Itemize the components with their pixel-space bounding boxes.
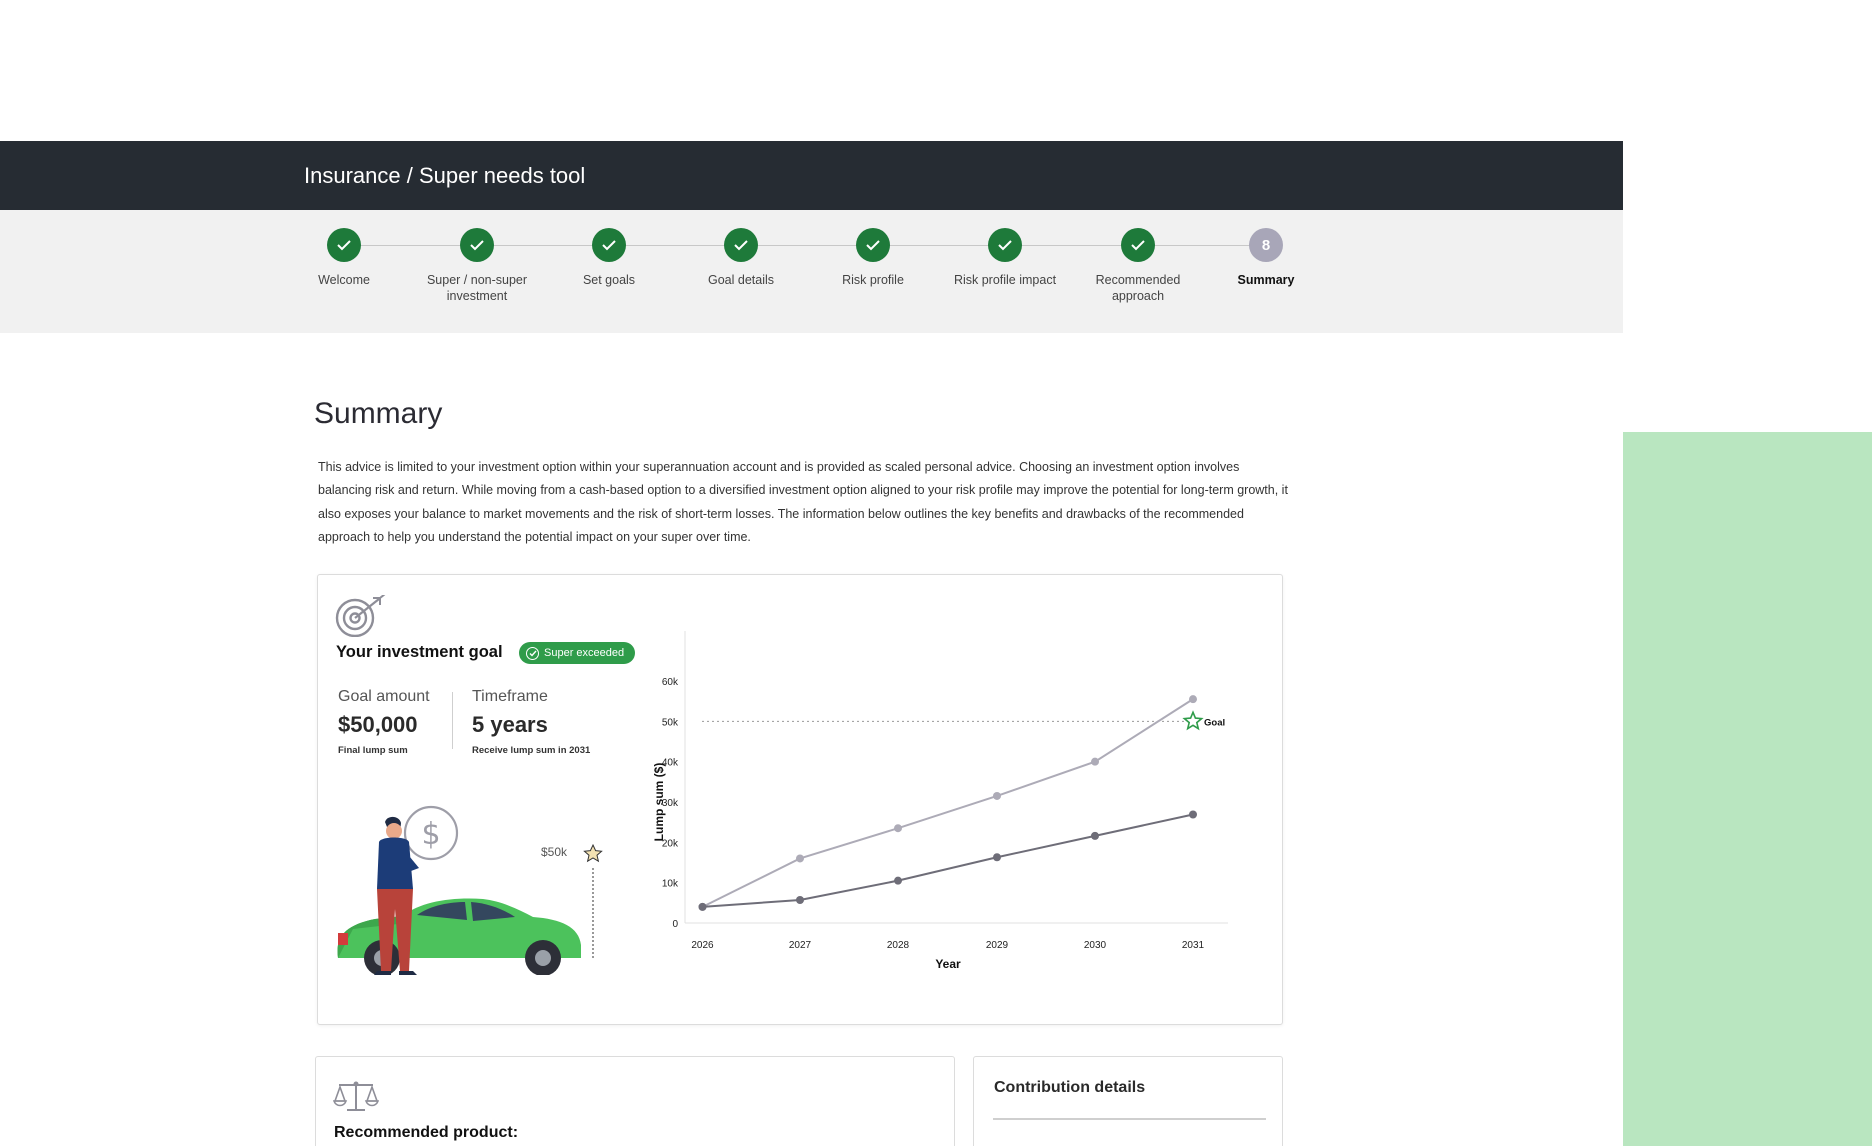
- page: Insurance / Super needs tool Welcome Supe…: [0, 0, 1872, 1146]
- recommended-product-card: Recommended product:: [315, 1056, 955, 1146]
- goal-star-icon: [1182, 710, 1204, 731]
- goal-heading: Your investment goal: [336, 643, 503, 661]
- x-axis-label: Year: [935, 957, 961, 971]
- investment-goal-card: Your investment goal Super exceeded Goal…: [317, 574, 1283, 1025]
- series-2-point: [796, 896, 804, 905]
- series-2-point: [993, 853, 1001, 862]
- check-icon: [724, 228, 758, 262]
- check-icon: [327, 228, 361, 262]
- y-tick-label: 10k: [662, 879, 679, 890]
- step-label: Set goals: [582, 273, 636, 287]
- car-goal-illustration: $ $50k: [337, 805, 603, 975]
- series-1-point: [1091, 757, 1099, 766]
- donut-chart-top: [1064, 1141, 1144, 1146]
- intro-text: This advice is limited to your investmen…: [318, 460, 1288, 545]
- series-1-point: [796, 854, 804, 863]
- goal-star-icon: [583, 843, 603, 863]
- series-1-point: [1189, 695, 1197, 704]
- x-tick-label: 2027: [789, 940, 812, 951]
- step-label: Risk profile: [842, 273, 904, 287]
- step-label: Recommended approach: [1095, 273, 1181, 303]
- timeframe-label: Timeframe: [472, 688, 548, 705]
- car-icon: [337, 898, 581, 975]
- app-title: Insurance / Super needs tool: [304, 163, 586, 188]
- step-label: Summary: [1237, 273, 1295, 287]
- investment-projection-chart: 010k20k30k40k50k60k2026 2027 2028 2029 2030 2…: [652, 631, 1228, 971]
- x-tick-label: 2029: [986, 940, 1009, 951]
- step-number: 8: [1249, 228, 1283, 262]
- check-icon: [460, 228, 494, 262]
- goal-amount-sub: Final lump sum: [338, 745, 408, 756]
- check-icon: [592, 228, 626, 262]
- timeframe-value: 5 years: [472, 712, 548, 737]
- y-tick-label: 0: [672, 919, 678, 930]
- series-2-point: [894, 876, 902, 885]
- y-axis-label: Lump sum ($): [652, 763, 666, 842]
- goal-label: Goal: [1204, 717, 1225, 728]
- step-label: Risk profile impact: [953, 273, 1057, 287]
- goal-marker-label: $50k: [541, 845, 568, 859]
- dollar-coin-icon: $: [403, 805, 459, 861]
- side-panel: [1623, 432, 1872, 1146]
- series-1-point: [993, 791, 1001, 800]
- badge-label: Super exceeded: [544, 647, 625, 659]
- top-bar: Insurance / Super needs tool: [0, 141, 1623, 210]
- series-2-point: [1189, 810, 1197, 819]
- series-line-2: [702, 813, 1194, 908]
- series-line-1: [702, 698, 1194, 908]
- series-2-point: [1091, 831, 1099, 840]
- x-tick-label: 2031: [1182, 940, 1205, 951]
- check-circle-icon: [526, 646, 539, 660]
- step-label: Goal details: [707, 273, 774, 287]
- series-2-point: [698, 902, 707, 911]
- x-tick-label: 2030: [1084, 940, 1107, 951]
- contribution-title: Contribution details: [994, 1079, 1146, 1096]
- goal-amount-value: $50,000: [338, 712, 418, 737]
- goal-amount-label: Goal amount: [338, 688, 430, 705]
- progress-stepper: Welcome Super / non-super investment Set g…: [0, 210, 1623, 333]
- y-tick-label: 60k: [662, 677, 679, 688]
- target-icon: [335, 595, 386, 637]
- check-icon: [856, 228, 890, 262]
- page-title: Summary: [314, 397, 443, 430]
- check-icon: [1121, 228, 1155, 262]
- check-icon: [988, 228, 1022, 262]
- step-label: Super / non-super investment: [426, 273, 528, 303]
- svg-text:$: $: [421, 817, 440, 852]
- metric-divider: [452, 692, 453, 749]
- contribution-details-card: Contribution details: [973, 1056, 1283, 1146]
- x-tick-label: 2028: [887, 940, 910, 951]
- series-1-point: [894, 824, 902, 833]
- divider: [993, 1118, 1266, 1120]
- step-label: Welcome: [318, 273, 370, 287]
- balance-scale-icon: [333, 1081, 379, 1111]
- timeframe-sub: Receive lump sum in 2031: [472, 745, 591, 756]
- y-tick-label: 50k: [662, 717, 679, 728]
- x-tick-label: 2026: [691, 940, 714, 951]
- step-8[interactable]: 8 Summary: [1186, 228, 1346, 288]
- status-badge: Super exceeded: [519, 642, 636, 664]
- recommended-product-title: Recommended product:: [334, 1124, 519, 1141]
